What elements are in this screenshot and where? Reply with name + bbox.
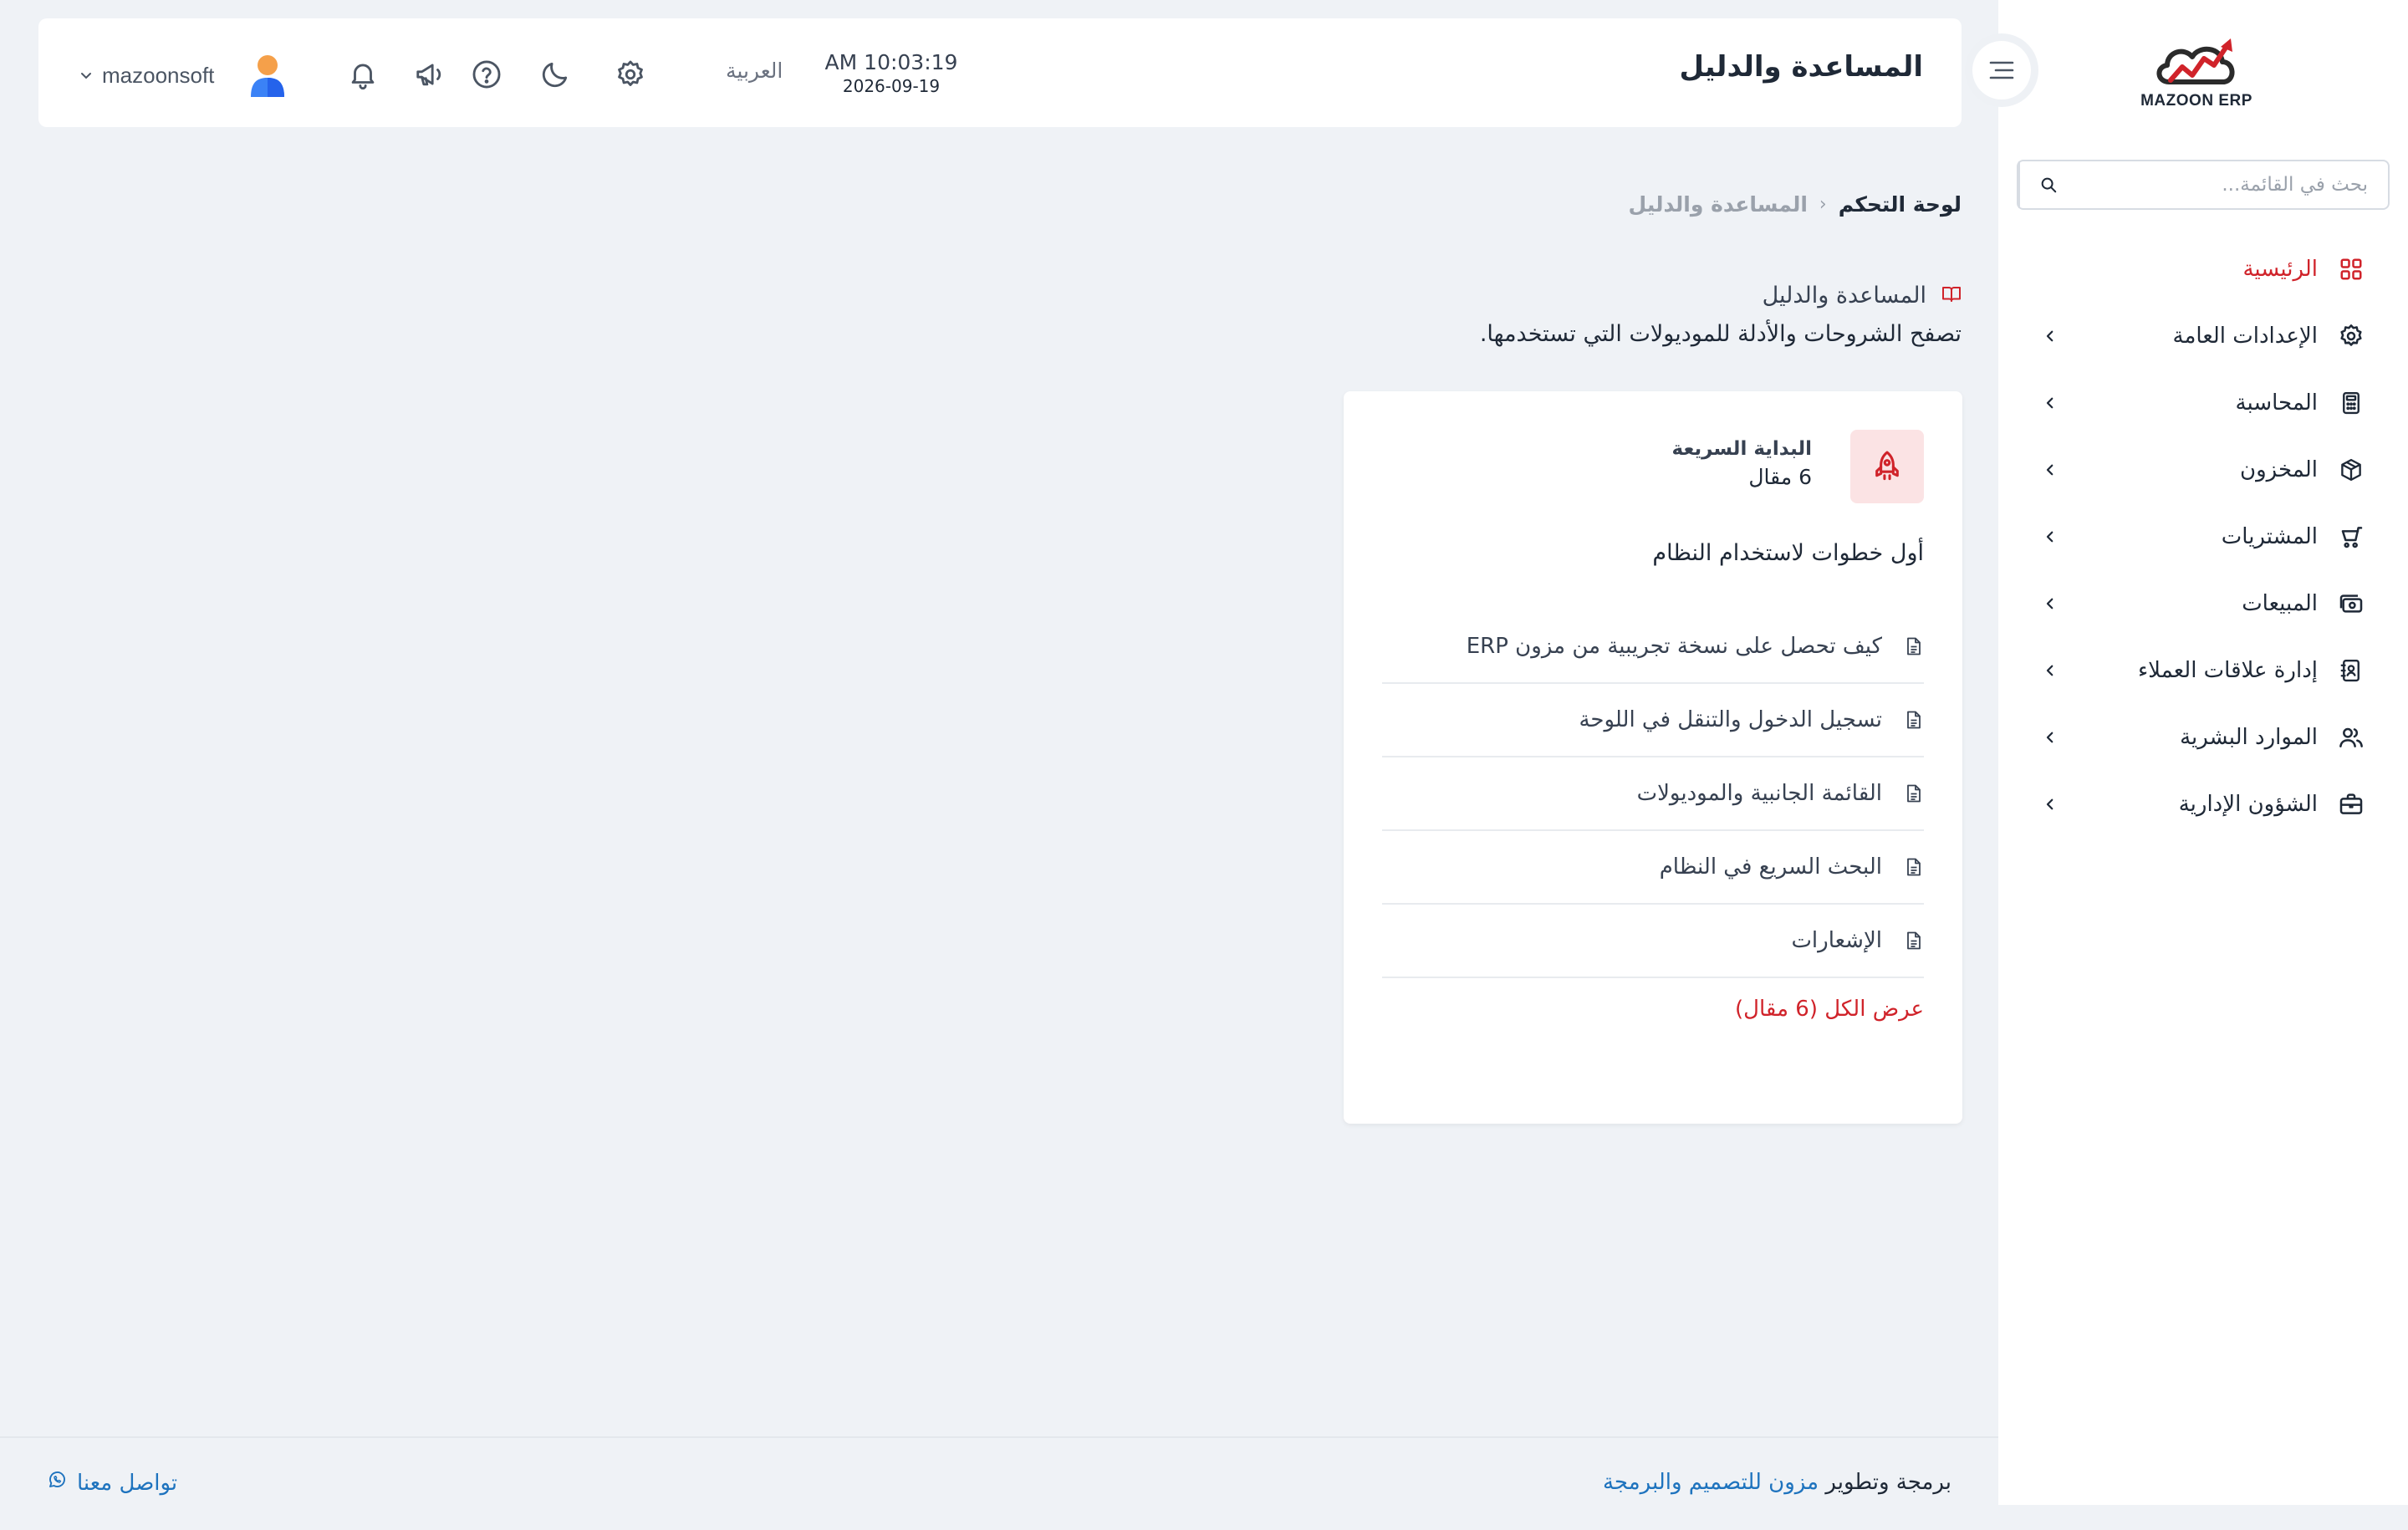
credit-prefix: برمجة وتطوير xyxy=(1825,1470,1951,1495)
chevron-left-icon xyxy=(2040,326,2060,346)
chevron-left-icon xyxy=(2040,393,2060,413)
article-title: البحث السريع في النظام xyxy=(1659,854,1882,880)
contacts-icon xyxy=(2336,655,2366,686)
chevron-down-icon xyxy=(80,68,92,84)
top-header: المساعدة والدليل AM 10:03:19 2026-09-19 … xyxy=(38,18,1962,127)
contact-label: تواصل معنا xyxy=(77,1470,178,1496)
book-icon xyxy=(1941,285,1962,307)
page-description: تصفح الشروحات والأدلة للموديولات التي تس… xyxy=(1479,321,1962,347)
calculator-icon xyxy=(2336,388,2366,418)
notifications-bell-icon[interactable] xyxy=(344,56,381,93)
list-item[interactable]: القائمة الجانبية والموديولات xyxy=(1382,757,1924,831)
list-item[interactable]: الإشعارات xyxy=(1382,905,1924,978)
document-icon xyxy=(1904,783,1924,804)
chevron-left-icon xyxy=(2040,660,2060,681)
clock: AM 10:03:19 2026-09-19 xyxy=(793,50,990,96)
sidebar-item-general-settings[interactable]: الإعدادات العامة xyxy=(1998,303,2408,370)
article-list: كيف تحصل على نسخة تجريبية من مزون ERP تس… xyxy=(1382,610,1924,978)
search-icon[interactable] xyxy=(2018,161,2077,208)
card-description: أول خطوات لاستخدام النظام xyxy=(1652,540,1924,566)
card-title: البداية السريعة xyxy=(1671,438,1812,460)
page-title: المساعدة والدليل xyxy=(1679,50,1923,84)
breadcrumb: لوحة التحكم ‹ المساعدة والدليل xyxy=(1629,192,1962,217)
sidebar-item-purchases[interactable]: المشتريات xyxy=(1998,503,2408,570)
list-item[interactable]: تسجيل الدخول والتنقل في اللوحة xyxy=(1382,684,1924,757)
settings-gear-icon[interactable] xyxy=(612,56,649,93)
whatsapp-icon xyxy=(47,1470,67,1496)
document-icon xyxy=(1904,856,1924,878)
sidebar-toggle-button[interactable] xyxy=(1965,33,2038,107)
chevron-left-icon xyxy=(2040,727,2060,747)
clock-date: 2026-09-19 xyxy=(842,76,941,96)
language-switcher[interactable]: العربية xyxy=(726,59,783,83)
logo[interactable]: MAZOON ERP xyxy=(2140,33,2253,117)
announcement-megaphone-icon[interactable] xyxy=(411,56,448,93)
menu-lines-icon xyxy=(1972,41,2031,99)
list-item[interactable]: البحث السريع في النظام xyxy=(1382,831,1924,905)
sidebar-item-label: الشؤون الإدارية xyxy=(2178,792,2318,817)
sidebar-search xyxy=(2017,160,2390,210)
card-article-count: 6 مقال xyxy=(1748,465,1812,489)
breadcrumb-home[interactable]: لوحة التحكم xyxy=(1839,192,1962,217)
box-icon xyxy=(2336,455,2366,485)
avatar xyxy=(246,52,289,99)
help-question-icon[interactable] xyxy=(468,56,505,93)
sidebar-item-admin-affairs[interactable]: الشؤون الإدارية xyxy=(1998,771,2408,838)
users-icon xyxy=(2336,722,2366,752)
chevron-left-icon xyxy=(2040,594,2060,614)
cash-icon xyxy=(2336,589,2366,619)
sidebar-item-label: المخزون xyxy=(2240,457,2318,482)
sidebar-item-label: المحاسبة xyxy=(2235,390,2318,416)
sidebar-item-inventory[interactable]: المخزون xyxy=(1998,436,2408,503)
sidebar-item-label: المشتريات xyxy=(2221,524,2318,549)
footer: برمجة وتطوير مزون للتصميم والبرمجة تواصل… xyxy=(0,1436,1998,1530)
card-header: البداية السريعة 6 مقال xyxy=(1672,438,1812,489)
breadcrumb-current: المساعدة والدليل xyxy=(1628,192,1808,217)
article-title: القائمة الجانبية والموديولات xyxy=(1636,781,1882,806)
dark-mode-moon-icon[interactable] xyxy=(537,56,574,93)
sidebar-item-hr[interactable]: الموارد البشرية xyxy=(1998,704,2408,771)
footer-credit: برمجة وتطوير مزون للتصميم والبرمجة xyxy=(1603,1470,1951,1495)
user-menu[interactable]: mazoonsoft xyxy=(80,52,289,99)
article-title: تسجيل الدخول والتنقل في اللوحة xyxy=(1579,707,1882,732)
page-heading: المساعدة والدليل xyxy=(1763,283,1962,309)
sidebar-item-accounting[interactable]: المحاسبة xyxy=(1998,370,2408,436)
sidebar-item-crm[interactable]: إدارة علاقات العملاء xyxy=(1998,637,2408,704)
sidebar-item-label: إدارة علاقات العملاء xyxy=(2137,658,2318,683)
help-category-card: البداية السريعة 6 مقال أول خطوات لاستخدا… xyxy=(1344,391,1962,1124)
sidebar-item-sales[interactable]: المبيعات xyxy=(1998,570,2408,637)
contact-link[interactable]: تواصل معنا xyxy=(47,1470,177,1496)
sidebar-item-label: الرئيسية xyxy=(2242,257,2318,282)
grid-icon xyxy=(2336,254,2366,284)
logo-text: MAZOON ERP xyxy=(2140,92,2252,110)
rocket-icon xyxy=(1850,430,1924,503)
briefcase-icon xyxy=(2336,789,2366,819)
document-icon xyxy=(1904,635,1924,657)
breadcrumb-separator: ‹ xyxy=(1819,194,1827,215)
cart-icon xyxy=(2336,522,2366,552)
logo-cloud-icon xyxy=(2156,38,2235,84)
page-heading-title: المساعدة والدليل xyxy=(1762,283,1926,309)
article-title: كيف تحصل على نسخة تجريبية من مزون ERP xyxy=(1466,634,1882,659)
sidebar: MAZOON ERP الرئيسية الإعدادات العامة xyxy=(1998,0,2408,1505)
sidebar-item-label: الموارد البشرية xyxy=(2180,725,2318,750)
app-root: MAZOON ERP الرئيسية الإعدادات العامة xyxy=(0,0,2408,1530)
view-all-link[interactable]: عرض الكل (6 مقال) xyxy=(1735,997,1924,1022)
document-icon xyxy=(1904,930,1924,951)
chevron-left-icon xyxy=(2040,460,2060,480)
username: mazoonsoft xyxy=(102,62,215,88)
sidebar-menu: الرئيسية الإعدادات العامة المحاسبة المخز… xyxy=(1998,236,2408,838)
chevron-left-icon xyxy=(2040,794,2060,814)
article-title: الإشعارات xyxy=(1791,928,1882,953)
document-icon xyxy=(1904,709,1924,731)
list-item[interactable]: كيف تحصل على نسخة تجريبية من مزون ERP xyxy=(1382,610,1924,684)
credit-link[interactable]: مزون للتصميم والبرمجة xyxy=(1603,1470,1819,1495)
gear-icon xyxy=(2336,321,2366,351)
sidebar-item-label: المبيعات xyxy=(2242,591,2318,616)
clock-time: AM 10:03:19 xyxy=(824,50,958,74)
sidebar-item-label: الإعدادات العامة xyxy=(2172,324,2318,349)
sidebar-item-home[interactable]: الرئيسية xyxy=(1998,236,2408,303)
sidebar-search-input[interactable] xyxy=(2077,161,2388,208)
chevron-left-icon xyxy=(2040,527,2060,547)
